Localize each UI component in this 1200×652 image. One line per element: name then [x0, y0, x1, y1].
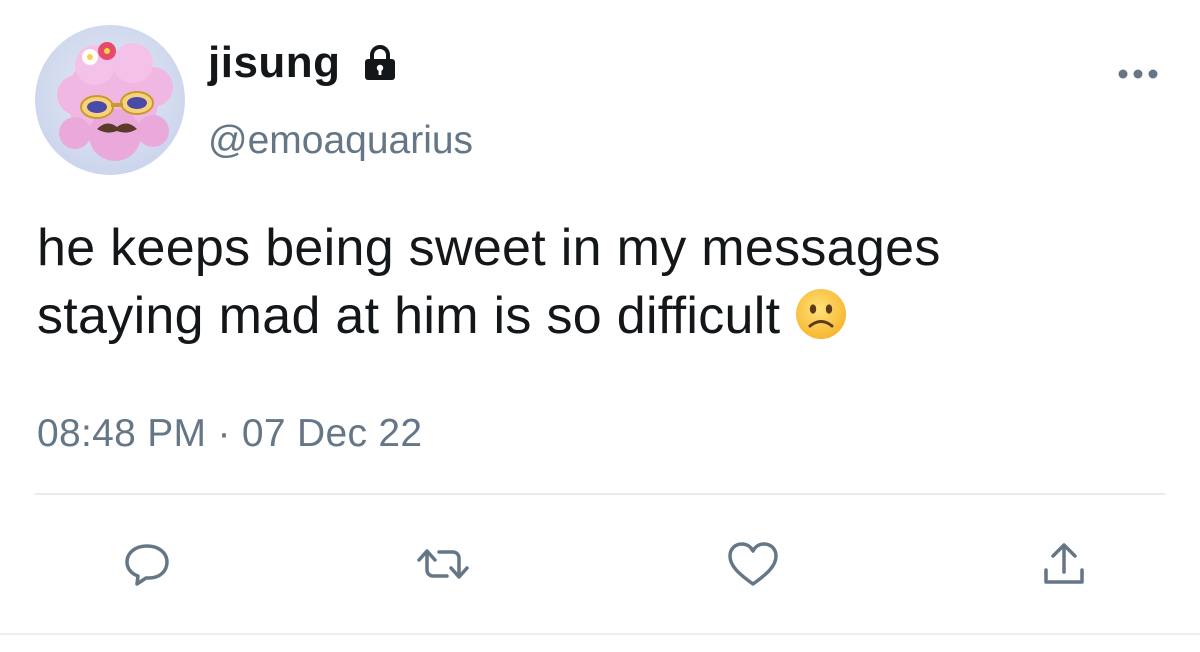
share-icon[interactable] — [1038, 538, 1090, 590]
tweet-card: jisung @emoaquarius he keeps being sweet… — [0, 0, 1200, 652]
heart-icon[interactable] — [725, 538, 778, 590]
avatar-image — [35, 25, 185, 175]
author-row: jisung — [208, 38, 397, 88]
reply-icon[interactable] — [121, 538, 173, 590]
divider — [35, 493, 1165, 495]
avatar[interactable] — [35, 25, 185, 175]
display-name[interactable]: jisung — [208, 38, 341, 88]
more-icon[interactable] — [1114, 64, 1164, 84]
tweet-text: he keeps being sweet in my messages stay… — [37, 214, 1177, 358]
tweet-text-line-2-text: staying mad at him is so difficult — [37, 287, 781, 345]
handle[interactable]: @emoaquarius — [208, 118, 473, 164]
slightly-frowning-face-icon — [794, 287, 848, 358]
timestamp[interactable]: 08:48 PM · 07 Dec 22 — [37, 410, 422, 458]
bottom-divider — [0, 633, 1200, 635]
tweet-text-line-1: he keeps being sweet in my messages — [37, 219, 941, 277]
lock-icon — [363, 44, 397, 86]
retweet-icon[interactable] — [413, 538, 469, 590]
tweet-text-line-2: staying mad at him is so difficult — [37, 282, 1177, 358]
